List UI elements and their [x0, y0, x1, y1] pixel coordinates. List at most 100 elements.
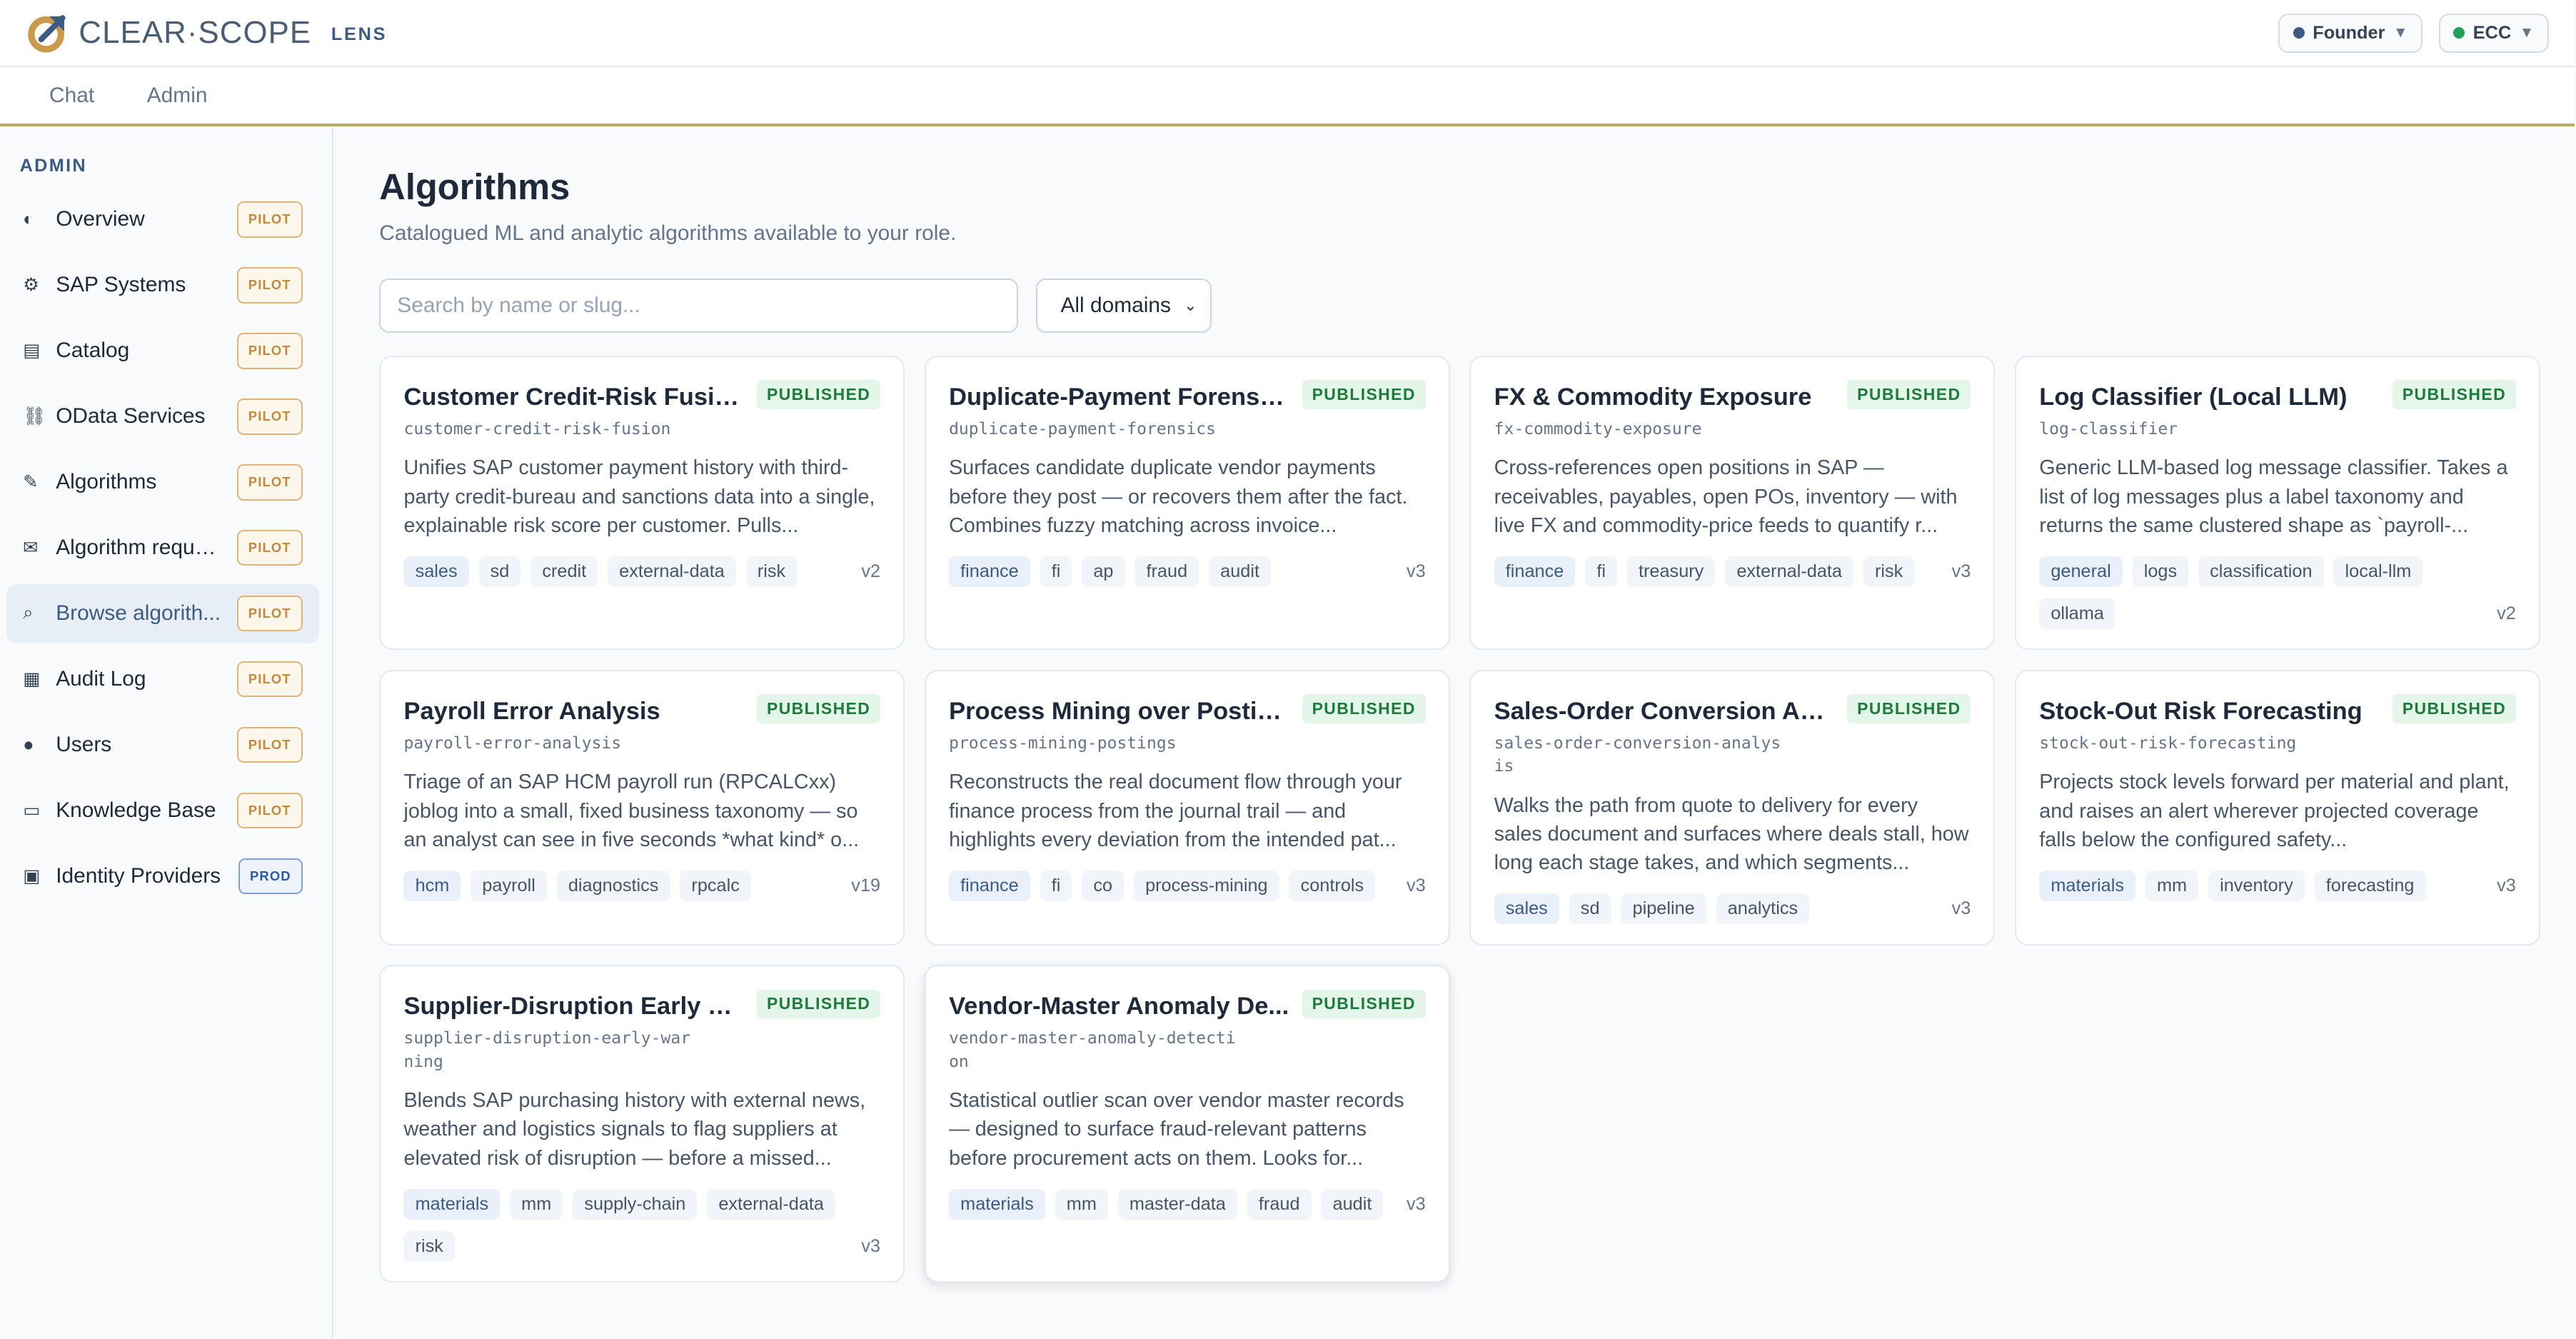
system-switcher[interactable]: ECC ▼	[2438, 13, 2549, 53]
tag-chip[interactable]: mm	[1055, 1188, 1109, 1220]
role-switcher[interactable]: Founder ▼	[2278, 13, 2422, 53]
tag-chip[interactable]: credit	[530, 556, 598, 587]
tag-chip[interactable]: hcm	[403, 871, 461, 901]
version-label: v2	[2497, 603, 2516, 623]
card-title[interactable]: Vendor-Master Anomaly De...	[949, 993, 1289, 1020]
algorithm-card[interactable]: Supplier-Disruption Early W... PUBLISHED…	[379, 965, 905, 1283]
algorithm-card[interactable]: Log Classifier (Local LLM) PUBLISHED log…	[2015, 355, 2541, 651]
sidebar-item-users[interactable]: ● Users PILOT	[6, 716, 318, 775]
card-title[interactable]: Stock-Out Risk Forecasting	[2039, 698, 2362, 726]
algorithm-card[interactable]: Duplicate-Payment Forensics PUBLISHED du…	[924, 355, 1450, 651]
tag-chip[interactable]: payroll	[471, 871, 547, 901]
algorithm-card[interactable]: Process Mining over Postings PUBLISHED p…	[924, 669, 1450, 946]
card-title[interactable]: Sales-Order Conversion An...	[1494, 698, 1834, 726]
algorithm-card[interactable]: Stock-Out Risk Forecasting PUBLISHED sto…	[2015, 669, 2541, 946]
tag-chip[interactable]: supply-chain	[573, 1188, 698, 1220]
algorithm-card[interactable]: Sales-Order Conversion An... PUBLISHED s…	[1469, 669, 1996, 946]
tag-chip[interactable]: mm	[2145, 871, 2199, 901]
sidebar-item-algorithms[interactable]: ✎ Algorithms PILOT	[6, 453, 318, 512]
pencil-icon: ✎	[23, 472, 39, 493]
card-description: Unifies SAP customer payment history wit…	[403, 456, 875, 537]
tag-chip[interactable]: materials	[949, 1188, 1045, 1220]
tag-chip[interactable]: pipeline	[1621, 893, 1706, 925]
tag-chip[interactable]: sales	[1494, 893, 1559, 925]
tag-chip[interactable]: fi	[1040, 871, 1072, 901]
env-badge: PILOT	[237, 463, 303, 501]
status-badge: PUBLISHED	[757, 379, 881, 409]
sidebar-item-catalog[interactable]: ▤ Catalog PILOT	[6, 321, 318, 381]
search-input[interactable]	[379, 278, 1018, 333]
tag-chip[interactable]: risk	[745, 556, 798, 587]
tag-chip[interactable]: ap	[1082, 556, 1125, 587]
tag-chip[interactable]: logs	[2132, 556, 2189, 587]
tag-chip[interactable]: inventory	[2208, 871, 2305, 901]
tab-admin[interactable]: Admin	[147, 84, 208, 108]
tag-chip[interactable]: process-mining	[1133, 871, 1279, 901]
card-slug: customer-credit-risk-fusion	[403, 419, 671, 438]
card-title[interactable]: Log Classifier (Local LLM)	[2039, 383, 2347, 411]
tag-chip[interactable]: fraud	[1134, 556, 1199, 587]
tag-chip[interactable]: materials	[403, 1188, 500, 1220]
tag-chip[interactable]: external-data	[608, 556, 736, 587]
card-slug: fx-commodity-exposure	[1494, 419, 1702, 438]
tab-chat[interactable]: Chat	[49, 84, 94, 108]
tag-chip[interactable]: analytics	[1716, 893, 1810, 925]
tag-chip[interactable]: risk	[403, 1230, 455, 1262]
tag-chip[interactable]: mm	[510, 1188, 563, 1220]
tag-chip[interactable]: external-data	[1725, 556, 1854, 587]
sidebar-item-identity-providers[interactable]: ▣ Identity Providers PROD	[6, 847, 318, 906]
algorithm-card[interactable]: Payroll Error Analysis PUBLISHED payroll…	[379, 669, 905, 946]
role-dot-icon	[2293, 27, 2305, 39]
tag-chip[interactable]: fraud	[1247, 1188, 1312, 1220]
tag-chip[interactable]: rpcalc	[680, 871, 751, 901]
card-footer: finance fi co process-mining controls v3	[949, 871, 1426, 901]
domain-select[interactable]: All domains ⌄	[1036, 278, 1212, 333]
tag-chip[interactable]: diagnostics	[556, 871, 670, 901]
sidebar-item-label: SAP Systems	[56, 273, 186, 297]
card-title[interactable]: Customer Credit-Risk Fusion	[403, 383, 743, 411]
tag-chip[interactable]: fi	[1585, 556, 1618, 587]
sidebar-item-knowledge-base[interactable]: ▭ Knowledge Base PILOT	[6, 781, 318, 841]
tag-chip[interactable]: audit	[1321, 1188, 1384, 1220]
sidebar-item-overview[interactable]: ◐ Overview PILOT	[6, 190, 318, 249]
tag-chip[interactable]: general	[2039, 556, 2123, 587]
tag-chip[interactable]: fi	[1040, 556, 1072, 587]
sidebar: ADMIN ◐ Overview PILOT ⚙ SAP Systems PILOT ▤ Ca…	[0, 126, 333, 1339]
tag-chip[interactable]: ollama	[2039, 598, 2115, 629]
tag-chip[interactable]: external-data	[707, 1188, 836, 1220]
tag-chip[interactable]: finance	[1494, 556, 1576, 587]
card-title[interactable]: Payroll Error Analysis	[403, 698, 660, 726]
tag-chip[interactable]: audit	[1209, 556, 1272, 587]
brand[interactable]: CLEAR·SCOPE LENS	[26, 11, 388, 54]
tag-chip[interactable]: forecasting	[2314, 871, 2426, 901]
tag-chip[interactable]: treasury	[1626, 556, 1716, 587]
tag-chip[interactable]: risk	[1863, 556, 1915, 587]
card-title[interactable]: Process Mining over Postings	[949, 698, 1289, 726]
tag-chip[interactable]: local-llm	[2333, 556, 2423, 587]
top-nav: Chat Admin	[0, 67, 2575, 127]
tag-chip[interactable]: finance	[949, 871, 1030, 901]
sidebar-item-odata-services[interactable]: ⛓ OData Services PILOT	[6, 387, 318, 446]
sidebar-item-algorithm-reque[interactable]: ✉ Algorithm reque... PILOT	[6, 518, 318, 578]
tag-chip[interactable]: finance	[949, 556, 1030, 587]
tag-chip[interactable]: classification	[2198, 556, 2324, 587]
algorithm-card[interactable]: Vendor-Master Anomaly De... PUBLISHED ve…	[924, 965, 1450, 1283]
algorithm-card[interactable]: Customer Credit-Risk Fusion PUBLISHED cu…	[379, 355, 905, 651]
tag-chip[interactable]: sales	[403, 556, 469, 587]
tag-chip[interactable]: sd	[478, 556, 521, 587]
tag-chip[interactable]: sd	[1569, 893, 1611, 925]
card-description: Cross-references open positions in SAP —…	[1494, 456, 1958, 537]
card-description: Triage of an SAP HCM payroll run (RPCALC…	[403, 771, 860, 851]
sidebar-item-browse-algorith[interactable]: ⌕ Browse algorith... PILOT	[6, 583, 319, 643]
card-header: Sales-Order Conversion An... PUBLISHED	[1494, 694, 1971, 726]
sidebar-item-sap-systems[interactable]: ⚙ SAP Systems PILOT	[6, 256, 318, 315]
tag-chip[interactable]: master-data	[1117, 1188, 1237, 1220]
tag-chip[interactable]: co	[1082, 871, 1125, 901]
sidebar-item-audit-log[interactable]: ▦ Audit Log PILOT	[6, 650, 318, 709]
card-title[interactable]: Supplier-Disruption Early W...	[403, 993, 743, 1020]
card-title[interactable]: Duplicate-Payment Forensics	[949, 383, 1289, 411]
tag-chip[interactable]: controls	[1289, 871, 1376, 901]
tag-chip[interactable]: materials	[2039, 871, 2136, 901]
card-title[interactable]: FX & Commodity Exposure	[1494, 383, 1812, 411]
algorithm-card[interactable]: FX & Commodity Exposure PUBLISHED fx-com…	[1469, 355, 1996, 651]
